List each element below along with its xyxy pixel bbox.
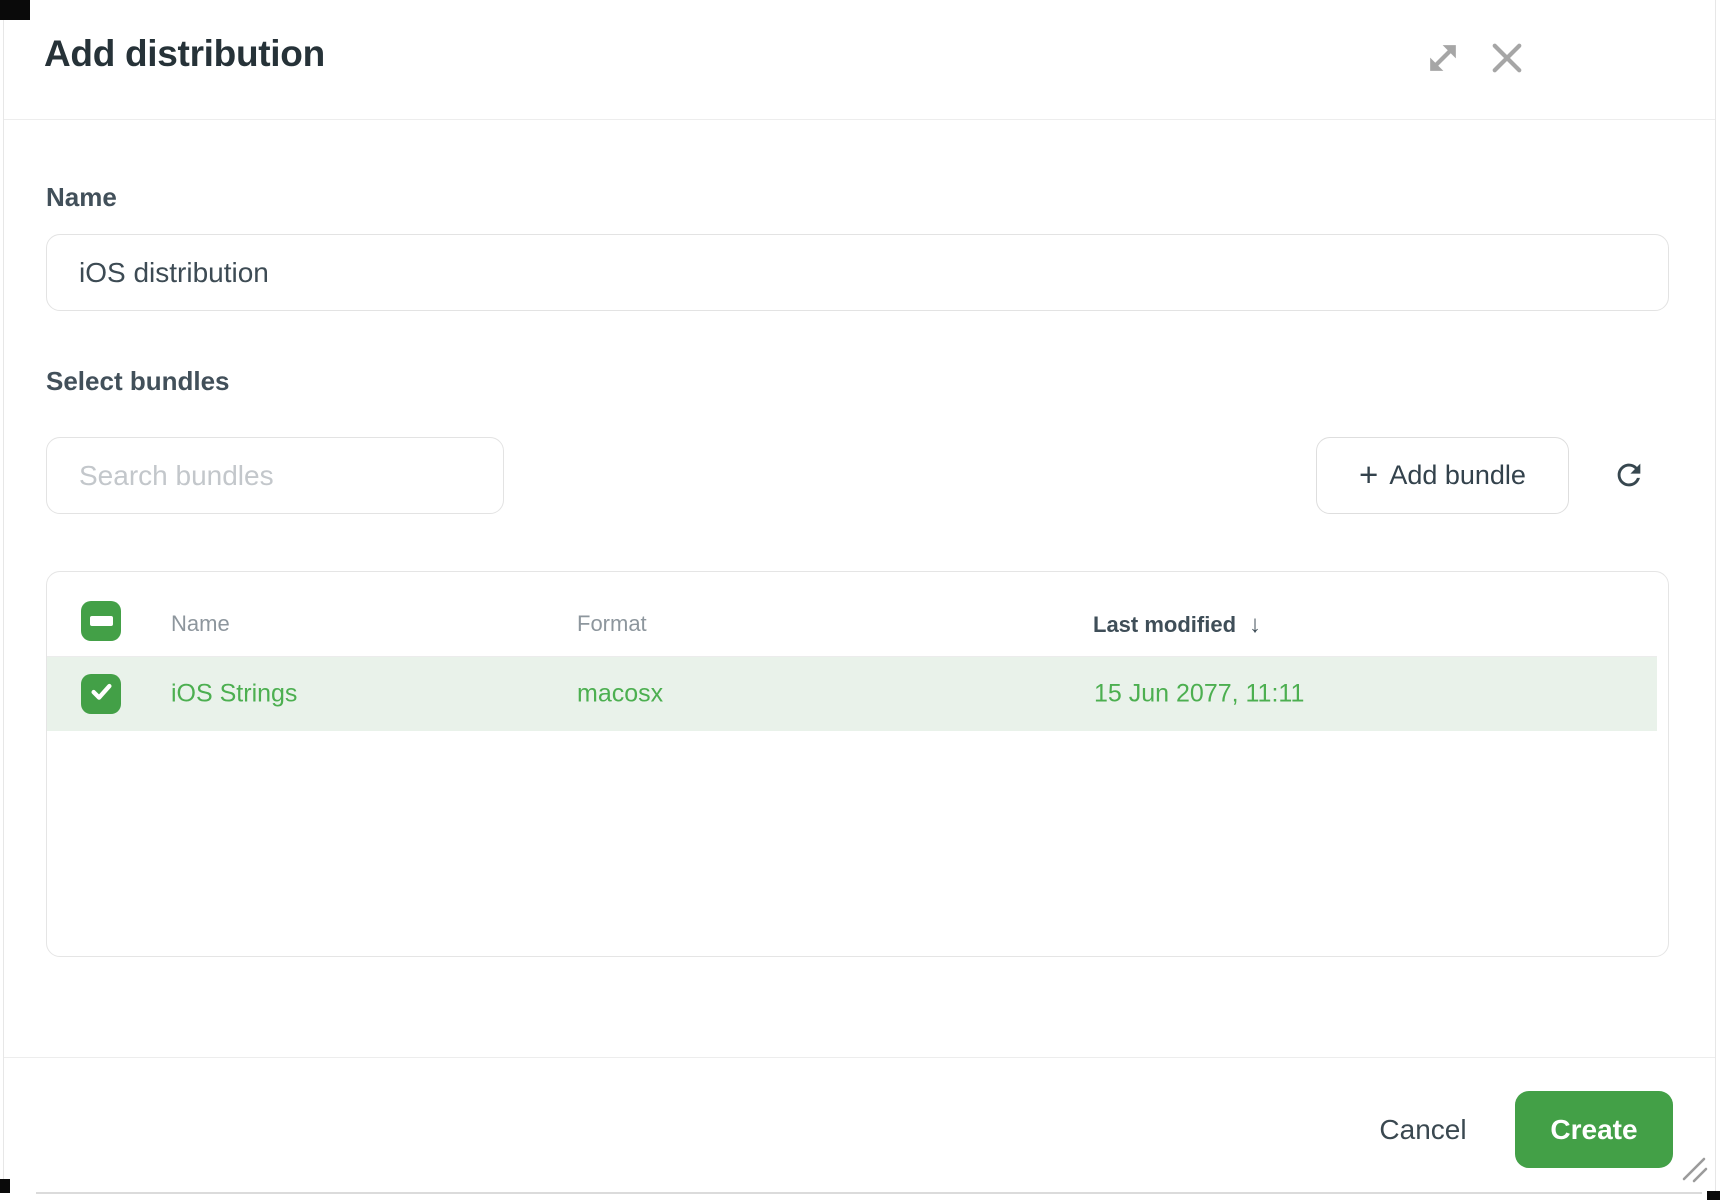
resize-grip-icon — [1677, 1171, 1709, 1188]
modal-footer: Cancel Create — [4, 1057, 1716, 1193]
backdrop-corner-bottom-left — [0, 1179, 10, 1193]
row-cell-format: macosx — [577, 680, 663, 709]
plus-icon: + — [1359, 458, 1378, 491]
modal-header: Add distribution — [4, 0, 1716, 120]
modal-right-border — [1715, 0, 1716, 1192]
add-distribution-modal: Add distribution Name Select bundles + — [0, 0, 1720, 1200]
modal-title: Add distribution — [44, 33, 325, 75]
modal-bottom-border — [36, 1192, 1702, 1194]
search-bundles-input[interactable] — [46, 437, 504, 514]
row-cell-last-modified: 15 Jun 2077, 11:11 — [1094, 680, 1304, 709]
column-header-last-modified[interactable]: Last modified ↓ — [1093, 611, 1261, 639]
column-header-last-modified-label: Last modified — [1093, 612, 1236, 638]
indeterminate-dash-icon — [90, 616, 113, 626]
backdrop-corner-bottom-right — [1707, 1191, 1720, 1200]
select-all-checkbox[interactable] — [81, 601, 121, 641]
checkmark-icon — [87, 677, 116, 711]
expand-icon — [1420, 35, 1466, 84]
close-button[interactable] — [1480, 32, 1534, 86]
name-input[interactable] — [46, 234, 1669, 311]
row-checkbox[interactable] — [81, 674, 121, 714]
select-bundles-label: Select bundles — [46, 366, 230, 397]
name-field-label: Name — [46, 182, 117, 213]
bundles-table-header: Name Format Last modified ↓ — [47, 572, 1657, 657]
refresh-icon — [1612, 458, 1646, 495]
resize-handle[interactable] — [1677, 1152, 1709, 1184]
backdrop-corner-top-left — [0, 0, 30, 20]
cancel-button[interactable]: Cancel — [1343, 1099, 1503, 1161]
column-header-format[interactable]: Format — [577, 611, 647, 637]
bundles-table: Name Format Last modified ↓ iOS Strings … — [46, 571, 1669, 957]
add-bundle-button[interactable]: + Add bundle — [1316, 437, 1569, 514]
close-icon — [1484, 35, 1530, 84]
row-cell-name: iOS Strings — [171, 680, 297, 709]
table-row[interactable]: iOS Strings macosx 15 Jun 2077, 11:11 — [47, 657, 1657, 731]
sort-descending-icon: ↓ — [1249, 611, 1261, 639]
expand-button[interactable] — [1418, 34, 1468, 84]
create-button[interactable]: Create — [1515, 1091, 1673, 1168]
add-bundle-label: Add bundle — [1389, 460, 1526, 491]
modal-left-border — [3, 0, 4, 1192]
refresh-button[interactable] — [1598, 445, 1660, 507]
column-header-name[interactable]: Name — [171, 611, 230, 637]
